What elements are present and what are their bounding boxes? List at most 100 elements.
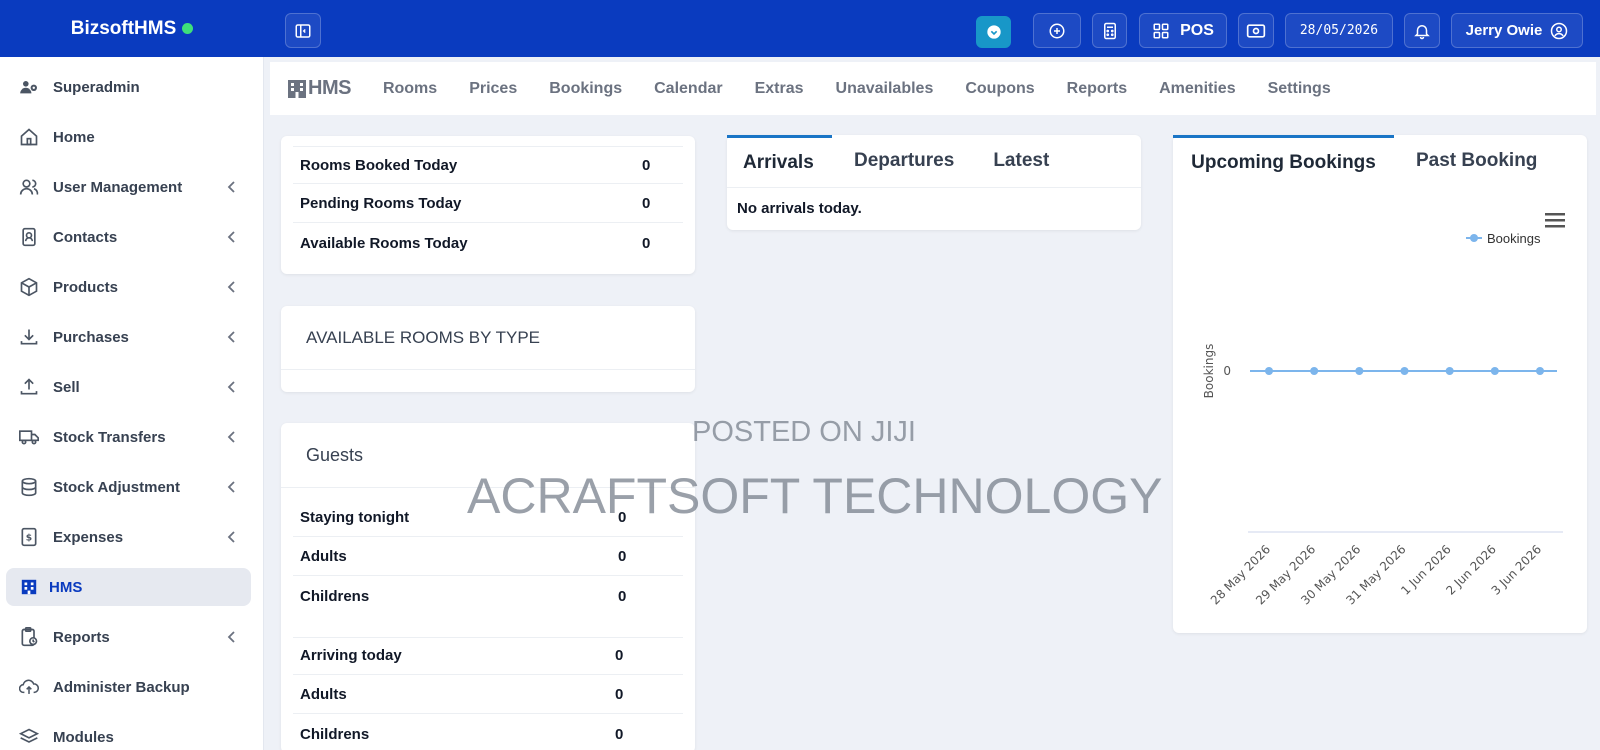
current-date: 28/05/2026: [1299, 23, 1379, 38]
guest-label: Staying tonight: [300, 509, 410, 526]
chevron-left-icon: [227, 531, 235, 543]
guest-row: Arriving today 0: [293, 637, 683, 675]
tab-past-booking[interactable]: Past Booking: [1394, 135, 1559, 187]
sidebar-item-stock-transfers[interactable]: Stock Transfers: [6, 418, 251, 456]
date-display: 28/05/2026: [1285, 13, 1393, 48]
divider: [281, 487, 695, 488]
guest-label: Childrens: [300, 725, 370, 743]
data-point[interactable]: [1445, 367, 1454, 375]
tab-departures[interactable]: Departures: [832, 135, 976, 187]
plus-circle-icon: [1049, 23, 1065, 38]
sidebar-item-sell[interactable]: Sell: [6, 368, 251, 406]
nav-prices[interactable]: Prices: [469, 80, 517, 98]
y-axis-ticks: 0: [1223, 364, 1231, 378]
y-tick-label: 0: [1223, 364, 1231, 378]
sidebar-item-administer-backup[interactable]: Administer Backup: [6, 668, 251, 706]
receipt-dollar-icon: $: [19, 527, 39, 547]
divider: [727, 187, 1141, 188]
pos-button[interactable]: POS: [1139, 13, 1227, 48]
upload-tray-icon: [19, 377, 39, 397]
data-point[interactable]: [1355, 367, 1364, 375]
guest-row: Adults 0: [293, 538, 683, 576]
guest-value: 0: [618, 548, 627, 565]
nav-extras[interactable]: Extras: [755, 80, 804, 98]
nav-unavailables[interactable]: Unavailables: [836, 80, 934, 98]
tab-latest[interactable]: Latest: [976, 135, 1066, 187]
data-point[interactable]: [1400, 367, 1409, 375]
users-icon: [19, 177, 39, 197]
sidebar-item-purchases[interactable]: Purchases: [6, 318, 251, 356]
users-cog-icon: [19, 77, 39, 97]
data-point[interactable]: [1265, 367, 1273, 375]
tab-upcoming-bookings[interactable]: Upcoming Bookings: [1173, 135, 1394, 187]
arrivals-panel: Arrivals Departures Latest No arrivals t…: [727, 135, 1141, 230]
box-icon: [19, 277, 39, 297]
nav-amenities[interactable]: Amenities: [1159, 80, 1235, 98]
chevron-left-icon: [227, 381, 235, 393]
data-point[interactable]: [1310, 367, 1319, 375]
chevron-left-icon: [227, 431, 235, 443]
guest-label: Childrens: [300, 587, 370, 605]
nav-calendar[interactable]: Calendar: [654, 80, 722, 98]
guest-value: 0: [618, 509, 627, 526]
toggle-sidebar-button[interactable]: [285, 13, 321, 48]
sidebar-item-home[interactable]: Home: [6, 118, 251, 156]
sidebar-toggle-icon: [295, 23, 311, 38]
guest-row: Childrens 0: [293, 577, 683, 615]
home-icon: [19, 127, 39, 147]
download-button[interactable]: [976, 16, 1011, 48]
user-circle-icon: [1551, 22, 1568, 39]
svg-text:$: $: [26, 532, 32, 543]
sidebar-item-label: Reports: [53, 628, 110, 646]
data-point[interactable]: [1490, 367, 1499, 375]
sidebar-item-hms[interactable]: HMS: [6, 568, 251, 606]
nav-reports[interactable]: Reports: [1067, 80, 1127, 98]
nav-settings[interactable]: Settings: [1268, 80, 1331, 98]
chevron-left-icon: [227, 281, 235, 293]
bell-icon: [1414, 24, 1430, 39]
hms-logo[interactable]: HMS: [286, 77, 351, 100]
user-menu-button[interactable]: Jerry Owie: [1451, 13, 1583, 48]
user-name: Jerry Owie: [1465, 22, 1543, 39]
nav-rooms[interactable]: Rooms: [383, 80, 437, 98]
summary-label: Rooms Booked Today: [300, 156, 458, 174]
sidebar-item-user-management[interactable]: User Management: [6, 168, 251, 206]
guest-value: 0: [615, 686, 624, 703]
add-button[interactable]: [1033, 13, 1081, 48]
sidebar-item-label: Stock Transfers: [53, 428, 166, 446]
summary-label: Available Rooms Today: [300, 234, 468, 252]
database-icon: [19, 477, 39, 497]
brand-logo[interactable]: BizsoftHMS: [0, 0, 264, 57]
tab-arrivals[interactable]: Arrivals: [727, 135, 832, 187]
sidebar-item-label: Products: [53, 278, 119, 296]
chevron-left-icon: [227, 631, 235, 643]
nav-bookings[interactable]: Bookings: [549, 80, 622, 98]
sidebar-item-label: HMS: [49, 578, 83, 596]
calculator-button[interactable]: [1092, 13, 1127, 48]
no-arrivals-message: No arrivals today.: [737, 200, 862, 217]
chevron-left-icon: [227, 481, 235, 493]
sidebar-item-contacts[interactable]: Contacts: [6, 218, 251, 256]
summary-value: 0: [642, 156, 651, 174]
summary-label: Pending Rooms Today: [300, 195, 462, 212]
clipboard-clock-icon: [19, 627, 39, 647]
cash-register-button[interactable]: [1238, 13, 1274, 48]
data-point[interactable]: [1536, 367, 1544, 375]
sidebar-item-expenses[interactable]: $ Expenses: [6, 518, 251, 556]
sidebar-item-reports[interactable]: Reports: [6, 618, 251, 656]
sidebar-item-products[interactable]: Products: [6, 268, 251, 306]
chart-legend[interactable]: Bookings: [1466, 231, 1541, 246]
pos-label: POS: [1180, 21, 1214, 39]
sidebar-item-modules[interactable]: Modules: [6, 718, 251, 750]
sidebar-item-superadmin[interactable]: Superadmin: [6, 68, 251, 106]
notifications-button[interactable]: [1404, 13, 1440, 48]
sidebar-item-stock-adjustment[interactable]: Stock Adjustment: [6, 468, 251, 506]
nav-coupons[interactable]: Coupons: [965, 80, 1034, 98]
hms-logo-text: HMS: [308, 77, 351, 99]
guests-card: Guests Staying tonight 0 Adults 0 Childr…: [281, 423, 695, 750]
summary-row: Available Rooms Today 0: [293, 224, 683, 262]
contact-book-icon: [19, 227, 39, 247]
money-icon: [1246, 23, 1266, 38]
sidebar-item-label: Superadmin: [53, 78, 140, 96]
guest-label: Adults: [300, 686, 347, 703]
